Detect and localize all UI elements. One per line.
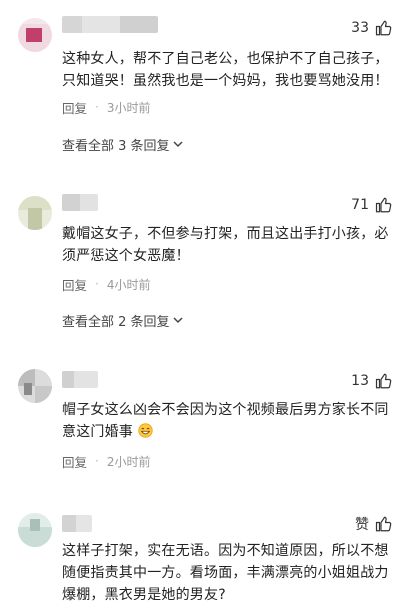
chevron-down-icon: [173, 141, 183, 148]
username-blurred[interactable]: [62, 371, 98, 388]
timestamp: 4小时前: [106, 277, 151, 292]
thumbs-up-icon: [375, 197, 392, 213]
comment-text: 这种女人，帮不了自己老公，也保护不了自己孩子，只知道哭！虽然我也是一个妈妈，我也…: [62, 51, 389, 89]
divider: ·: [95, 277, 99, 291]
thumbs-up-icon: [375, 373, 392, 389]
avatar[interactable]: [18, 369, 52, 403]
avatar[interactable]: [18, 196, 52, 230]
username-blurred[interactable]: [62, 515, 92, 532]
avatar[interactable]: [18, 513, 52, 547]
like-count: 13: [351, 373, 369, 389]
like-button[interactable]: 71: [351, 194, 393, 216]
reply-button[interactable]: 回复: [62, 98, 87, 117]
timestamp: 2小时前: [106, 454, 151, 469]
chevron-down-icon: [173, 317, 183, 324]
reply-button[interactable]: 回复: [62, 452, 87, 471]
view-replies-button[interactable]: 查看全部 2 条回复: [62, 310, 184, 330]
view-replies-button[interactable]: 查看全部 3 条回复: [62, 134, 184, 154]
view-replies-label: 查看全部 3 条回复: [62, 138, 170, 154]
timestamp: 3小时前: [106, 100, 151, 115]
username-blurred[interactable]: [62, 16, 158, 33]
like-count: 赞: [355, 517, 369, 533]
grin-emoji-icon: [138, 423, 153, 438]
divider: ·: [95, 454, 99, 468]
avatar[interactable]: [18, 18, 52, 52]
comment-text-content: 帽子女这么凶会不会因为这个视频最后男方家长不同意这门婚事: [62, 402, 389, 440]
thumbs-up-icon: [375, 516, 392, 532]
thumbs-up-icon: [375, 20, 392, 36]
like-button[interactable]: 赞: [355, 513, 393, 535]
comment-meta: 回复 · 3小时前: [62, 98, 150, 116]
comment-text: 这样子打架，实在无语。因为不知道原因，所以不想随便指责其中一方。看场面，丰满漂亮…: [62, 543, 389, 603]
like-button[interactable]: 33: [351, 17, 393, 39]
comment-meta: 回复 · 2小时前: [62, 452, 150, 470]
comment-text: 帽子女这么凶会不会因为这个视频最后男方家长不同意这门婚事: [62, 399, 398, 443]
reply-button[interactable]: 回复: [62, 275, 87, 294]
divider: ·: [95, 100, 99, 114]
like-count: 33: [351, 20, 369, 36]
view-replies-label: 查看全部 2 条回复: [62, 314, 170, 330]
like-button[interactable]: 13: [351, 370, 393, 392]
username-blurred[interactable]: [62, 194, 98, 211]
comment-text: 戴帽这女子，不但参与打架，而且这出手打小孩，必须严惩这个女恶魔！: [62, 226, 389, 264]
like-count: 71: [351, 197, 369, 213]
comment-meta: 回复 · 4小时前: [62, 275, 150, 293]
